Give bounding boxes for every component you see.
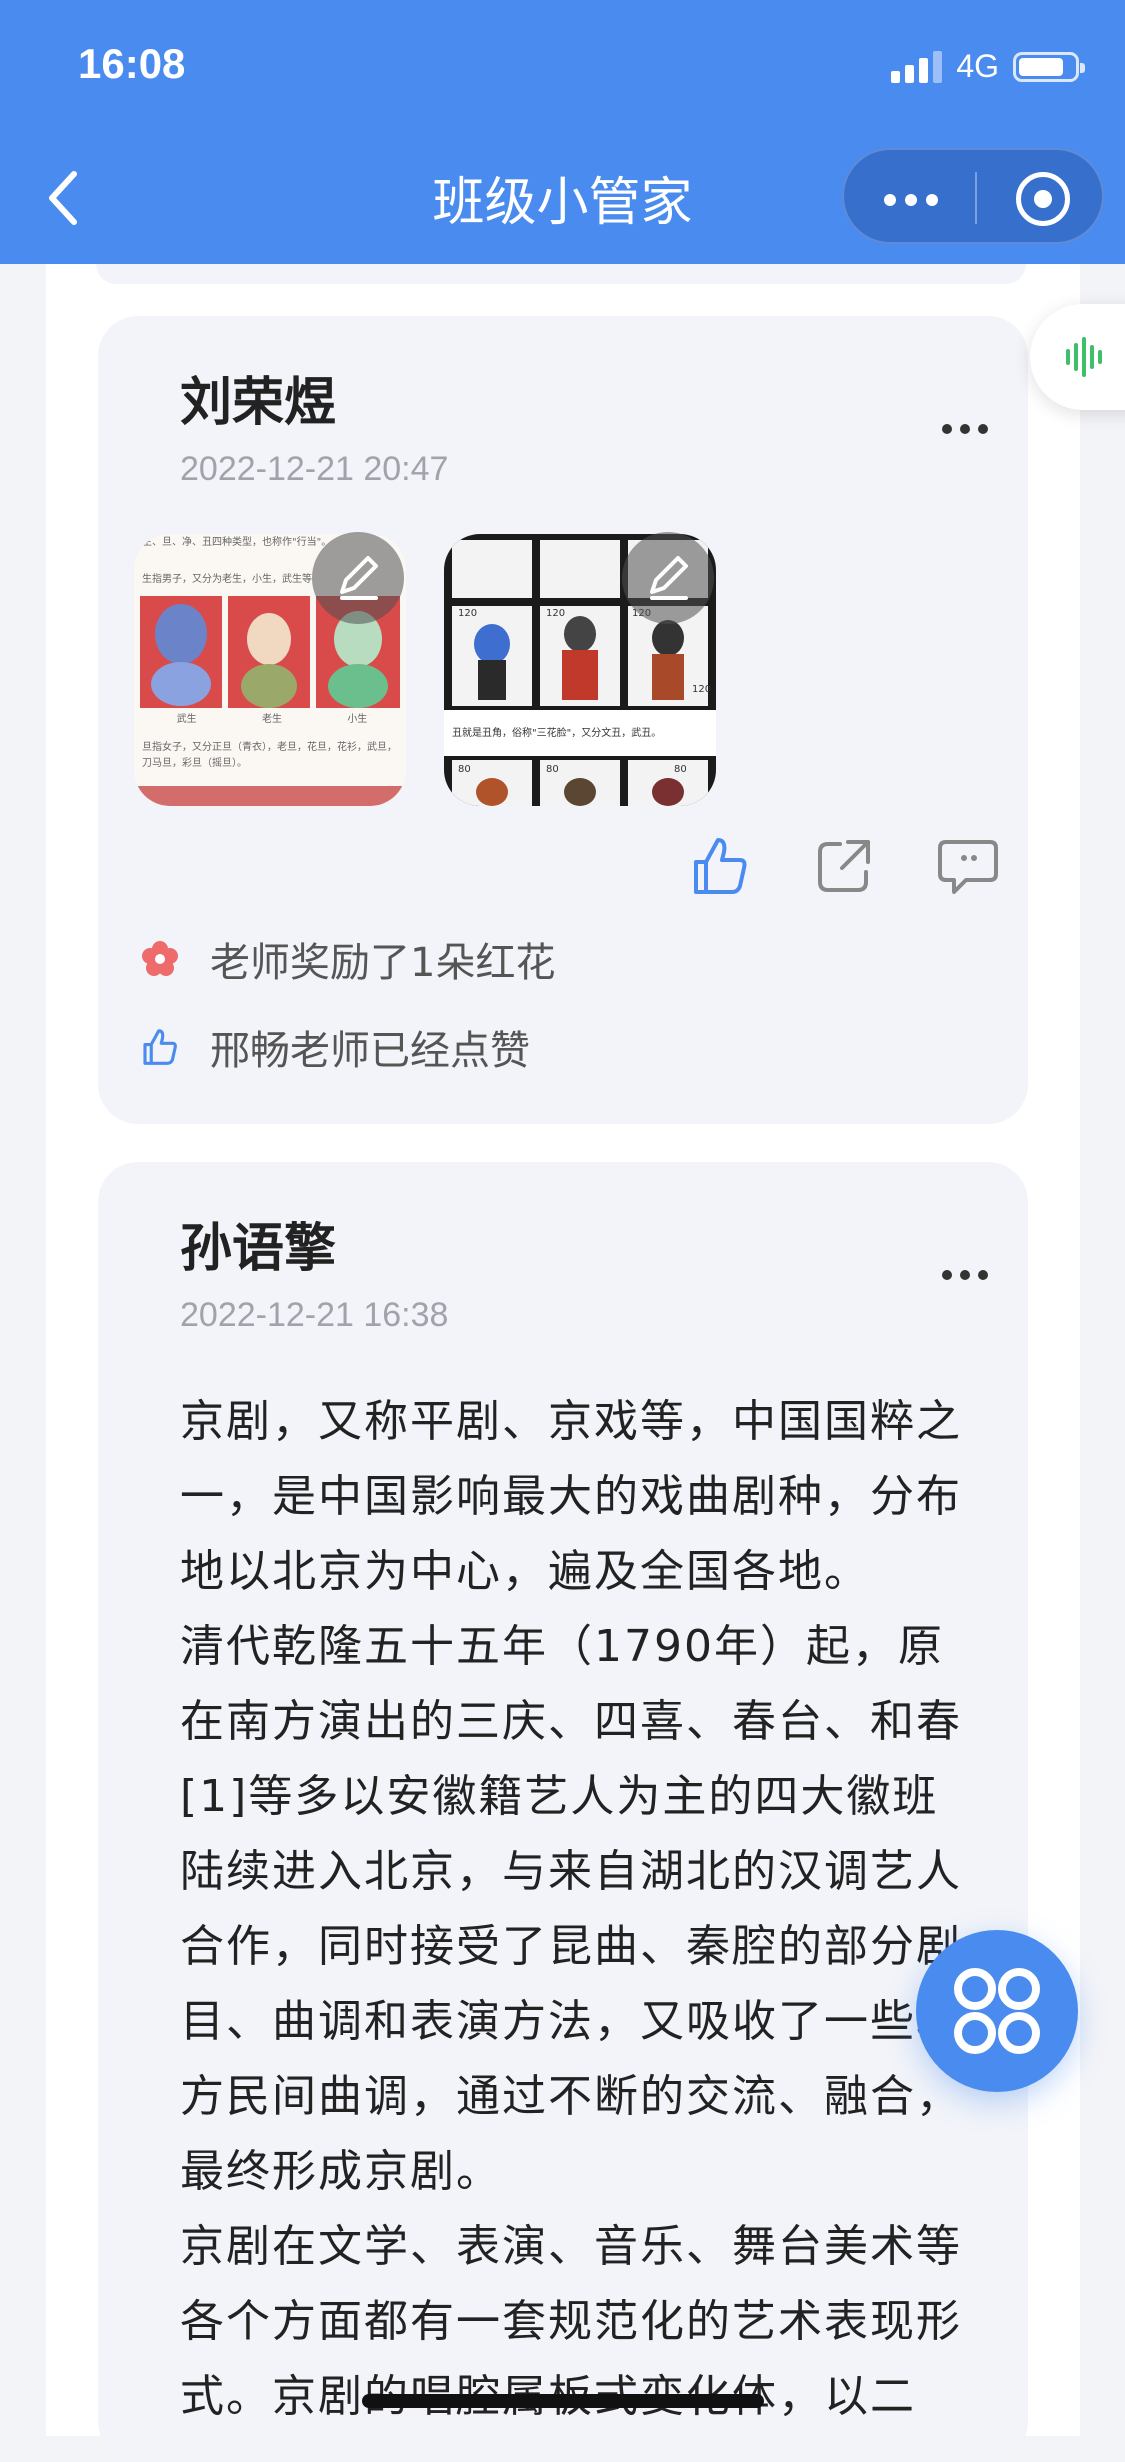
liked-by-row: 邢畅老师已经点赞	[140, 1018, 530, 1076]
comment-button[interactable]	[936, 834, 1000, 902]
share-icon	[818, 840, 870, 892]
post-card: 刘荣煜 2022-12-21 20:47 生、旦、净、丑四种类型，也称作"行当"…	[98, 316, 1028, 1124]
pencil-icon	[650, 556, 688, 600]
thumbs-up-icon	[143, 1029, 177, 1065]
role-label: 小生	[347, 714, 368, 725]
battery-icon	[1013, 51, 1085, 82]
comment-icon	[938, 840, 998, 894]
stamp-value: 80	[674, 764, 687, 775]
flower-icon	[142, 941, 178, 976]
post-actions	[688, 834, 1000, 902]
signal-icon	[891, 50, 943, 83]
close-mini-program-button[interactable]	[1016, 172, 1070, 226]
reward-text: 老师奖励了1朵红花	[210, 940, 556, 986]
edit-image-button[interactable]	[622, 532, 714, 624]
reward-row: 老师奖励了1朵红花	[140, 930, 555, 988]
navigation-bar: 16:08 4G 班级小管家	[0, 0, 1125, 264]
post-more-button[interactable]	[942, 1270, 988, 1280]
status-time: 16:08	[78, 40, 186, 87]
role-label: 武生	[176, 714, 197, 725]
more-menu-button[interactable]	[884, 194, 938, 206]
audio-wave-icon	[1066, 337, 1102, 377]
status-icons: 4G	[891, 48, 1085, 85]
post-paragraph: 清代乾隆五十五年（1790年）起，原在南方演出的三庆、四喜、春台、和春[1]等多…	[180, 1621, 962, 2197]
capsule-divider	[975, 172, 977, 224]
edit-image-button[interactable]	[312, 532, 404, 624]
image-caption-bottom: 旦指女子，又分正旦（青衣），老旦，花旦，花衫，武旦，刀马旦，彩旦（摇旦）。	[142, 742, 397, 769]
image-caption: 丑就是丑角，俗称"三花脸"，又分文丑，武丑。	[452, 728, 662, 739]
quick-menu-fab[interactable]	[916, 1930, 1078, 2092]
post-time: 2022-12-21 20:47	[180, 450, 449, 488]
post-content: 京剧，又称平剧、京戏等，中国国粹之一，是中国影响最大的戏曲剧种，分布地以北京为中…	[180, 1384, 980, 2434]
network-label: 4G	[956, 48, 999, 84]
post-paragraph: 京剧，又称平剧、京戏等，中国国粹之一，是中国影响最大的戏曲剧种，分布地以北京为中…	[180, 1396, 962, 1597]
stamp-value: 120	[546, 608, 566, 619]
post-author: 刘荣煜	[180, 373, 337, 433]
like-button[interactable]	[688, 834, 752, 902]
thumbs-up-icon	[694, 838, 747, 894]
voice-assistant-tab[interactable]	[1030, 304, 1125, 410]
clover-grid-icon	[954, 1968, 1040, 2054]
post-card: 孙语擎 2022-12-21 16:38 京剧，又称平剧、京戏等，中国国粹之一，…	[98, 1162, 1028, 2462]
stamp-value: 80	[546, 764, 559, 775]
liked-by-text: 邢畅老师已经点赞	[210, 1028, 530, 1074]
stamp-value: 80	[458, 764, 471, 775]
stamp-value: 120	[458, 608, 478, 619]
mini-program-capsule	[842, 148, 1104, 244]
home-indicator	[362, 2394, 764, 2408]
share-button[interactable]	[812, 834, 876, 902]
pencil-icon	[340, 556, 378, 600]
post-time: 2022-12-21 16:38	[180, 1296, 449, 1334]
previous-card-edge	[96, 264, 1026, 284]
post-author: 孙语擎	[180, 1219, 337, 1279]
image-role-labels: 武生 老生 小生	[144, 710, 400, 725]
post-more-button[interactable]	[942, 424, 988, 434]
role-label: 老生	[261, 714, 282, 725]
stamp-value: 120	[692, 684, 712, 695]
